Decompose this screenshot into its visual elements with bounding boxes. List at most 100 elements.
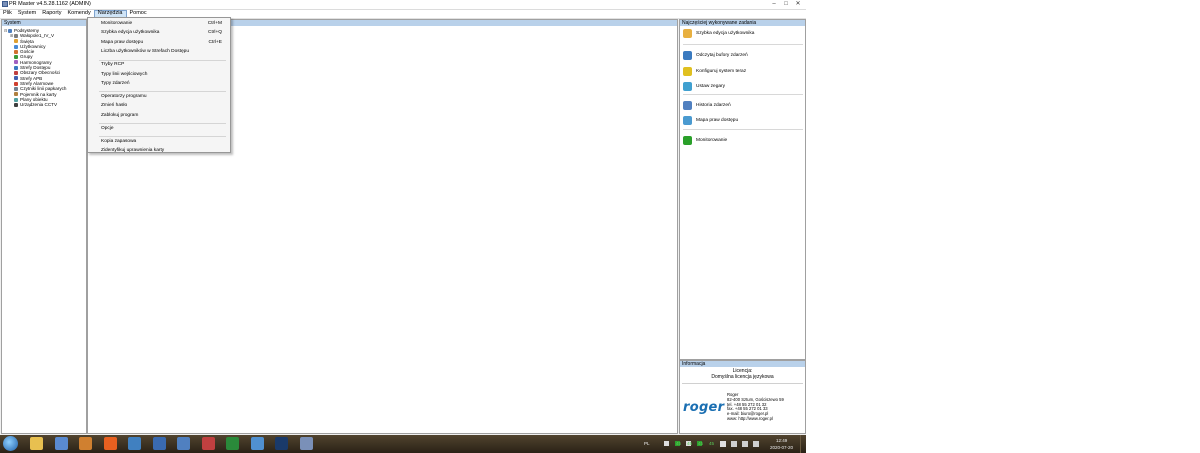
menu-separator (99, 91, 226, 93)
task-label: Szybka edycja użytkownika (696, 31, 755, 36)
floorplan-icon (14, 97, 18, 102)
history-icon (683, 101, 692, 110)
menuitem-label: Kopia zapasowa (101, 138, 137, 144)
tree-item-label: Urządzenia CCTV (20, 102, 58, 108)
menuitem-label: Mapa praw dostępu (101, 39, 144, 45)
monitoring-icon (683, 136, 692, 145)
controller-icon (14, 33, 18, 38)
prmaster-icon[interactable] (299, 437, 313, 450)
save-icon[interactable] (152, 437, 166, 450)
task-separator (683, 44, 803, 45)
flag-icon[interactable] (720, 441, 726, 447)
menuitem-label: Tryby RCP (101, 62, 125, 68)
menuitem-liczba-uzytkownikow-w-strefach-dostepu[interactable]: Liczba użytkowników w Strefach Dostępu (101, 49, 224, 55)
menuitem-szybka-edycja-uzytkownika[interactable]: Szybka edycja użytkownika Ctrl+Q (101, 30, 224, 36)
language-indicator[interactable]: PL (644, 441, 650, 446)
menuitem-monitorowanie[interactable]: Monitorowanie Ctrl+M (101, 21, 224, 27)
task-label: Mapa praw dostępu (696, 118, 739, 123)
network-icon[interactable] (731, 441, 737, 447)
zone-icon (14, 65, 18, 70)
menuitem-typy-zdarzen[interactable]: Typy zdarzeń (101, 81, 224, 87)
steam-icon[interactable] (275, 437, 288, 450)
tree-item-urzadzenia-cctv[interactable]: Urządzenia CCTV (4, 102, 66, 107)
remote-desktop-icon[interactable] (177, 437, 190, 450)
maximize-button[interactable]: □ (780, 0, 792, 8)
explorer-icon[interactable] (30, 437, 43, 450)
close-button[interactable]: ✕ (792, 0, 804, 8)
menuitem-typy-linii-wejsciowych[interactable]: Typy linii wejściowych (101, 72, 224, 78)
menu-separator (99, 59, 226, 61)
task-label: Monitorowanie (696, 138, 728, 143)
task-szybka-edycja-uzytkownika[interactable]: Szybka edycja użytkownika (683, 29, 754, 38)
clock-time[interactable]: 12:49 (776, 438, 787, 443)
start-button[interactable] (3, 436, 18, 451)
window-controls: – □ ✕ (768, 0, 804, 9)
map-icon (683, 116, 692, 125)
network-icon (8, 28, 12, 33)
clock-date[interactable]: 2020-07-20 (770, 445, 793, 450)
paint-icon[interactable] (201, 437, 215, 450)
info-divider (682, 383, 803, 384)
menuitem-label: Zablokuj program (101, 112, 139, 118)
title-bar: PR Master v4.5.28.1162 (ADMIN) – □ ✕ (0, 0, 806, 10)
task-label: Historia zdarzeń (696, 103, 731, 108)
menuitem-opcje[interactable]: Opcje (101, 126, 224, 132)
menu-separator (99, 136, 226, 138)
tray-counter: 45 (709, 441, 715, 446)
window-title: PR Master v4.5.28.1162 (ADMIN) (9, 1, 91, 7)
app-window: PR Master v4.5.28.1162 (ADMIN) – □ ✕ Pli… (0, 0, 806, 435)
media-player-icon[interactable] (79, 437, 92, 450)
task-monitorowanie[interactable]: Monitorowanie (683, 136, 727, 145)
menuitem-zmien-haslo[interactable]: Zmień hasło (101, 103, 224, 109)
show-desktop-button[interactable] (800, 435, 807, 453)
contact-info: Roger 82-400 Sztum, Gościszewo 59 tel. +48… (727, 392, 784, 422)
menuitem-operatorzy-programu[interactable]: Operatorzy programu (101, 94, 224, 100)
tree-panel-header: System (2, 20, 86, 26)
volume-icon[interactable] (742, 441, 748, 447)
apb-icon (14, 76, 18, 81)
menuitem-tryby-rcp[interactable]: Tryby RCP (101, 62, 224, 68)
menuitem-label: Liczba użytkowników w Strefach Dostępu (101, 49, 189, 55)
tray-counter: 45 (687, 441, 693, 446)
tray-counter: 45 (676, 441, 682, 446)
battery-icon[interactable] (753, 441, 759, 447)
menuitem-zidentyfikuj-uprawnienia-karty[interactable]: Zidentyfikuj uprawnienia karty (101, 148, 224, 154)
menu-plik[interactable]: Plik (0, 10, 15, 18)
minimize-button[interactable]: – (768, 0, 780, 8)
window-icon[interactable] (128, 437, 141, 450)
taskbar: PL 45 45 45 45 12:49 2020-07-20 (0, 435, 806, 453)
calendar-icon (14, 39, 18, 44)
excel-icon[interactable] (226, 437, 239, 450)
firefox-icon[interactable] (103, 437, 117, 450)
task-ustaw-zegary[interactable]: Ustaw zegary (683, 82, 725, 91)
menuitem-label: Monitorowanie (101, 21, 133, 26)
card-box-icon (14, 92, 18, 97)
menuitem-label: Typy linii wejściowych (101, 71, 148, 77)
schedule-icon (14, 60, 18, 65)
task-odczytaj-bufory-zdarzen[interactable]: Odczytaj bufory zdarzeń (683, 51, 748, 60)
task-historia-zdarzen[interactable]: Historia zdarzeń (683, 101, 731, 110)
tools-dropdown-menu: Monitorowanie Ctrl+M Szybka edycja użytkow… (87, 17, 231, 153)
users-icon (14, 44, 18, 49)
quick-tasks-panel: Najczęściej wykonywane zadania Szybka ed… (679, 19, 806, 360)
menuitem-label: Typy zdarzeń (101, 81, 130, 86)
tray-app-icon[interactable] (664, 441, 669, 446)
menu-system[interactable]: System (15, 10, 39, 18)
pencil-icon (683, 67, 692, 76)
image-viewer-icon[interactable] (250, 437, 264, 450)
menuitem-shortcut: Ctrl+Q (208, 30, 222, 36)
task-mapa-praw-dostepu[interactable]: Mapa praw dostępu (683, 116, 738, 125)
menuitem-label: Zmień hasło (101, 103, 128, 109)
menuitem-label: Operatorzy programu (101, 94, 147, 99)
menuitem-mapa-praw-dostepu[interactable]: Mapa praw dostępu Ctrl+E (101, 40, 224, 46)
menuitem-label: Zidentyfikuj uprawnienia karty (101, 148, 165, 154)
task-konfiguruj-system-teraz[interactable]: Konfiguruj system teraz (683, 67, 746, 76)
menuitem-zablokuj-program[interactable]: Zablokuj program (101, 113, 224, 119)
menuitem-shortcut: Ctrl+M (207, 21, 222, 26)
menuitem-label: Opcje (101, 125, 114, 131)
reader-icon (14, 86, 18, 91)
menuitem-kopia-zapasowa[interactable]: Kopia zapasowa (101, 139, 224, 145)
menu-raporty[interactable]: Raporty (39, 10, 64, 18)
menu-separator (99, 123, 226, 125)
network-app-icon[interactable] (54, 437, 68, 450)
